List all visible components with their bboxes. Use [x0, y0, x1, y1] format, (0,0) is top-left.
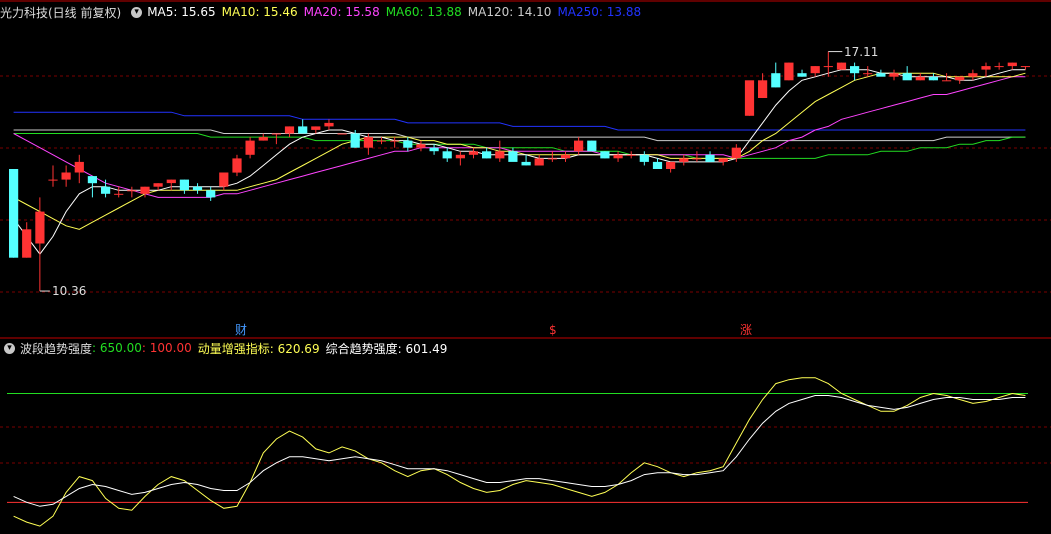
candle-body	[48, 179, 58, 181]
candle-body	[850, 66, 860, 74]
candle-body	[192, 186, 203, 191]
candle-body	[232, 158, 242, 173]
candle-body	[639, 154, 649, 162]
candle-body	[140, 186, 150, 194]
candle-body	[823, 66, 833, 68]
indicator-line	[13, 395, 1026, 507]
candle-body	[521, 161, 531, 166]
candle-body	[442, 151, 452, 159]
candle-body	[1007, 62, 1017, 67]
candle-body	[324, 122, 334, 127]
candle-body	[179, 179, 189, 191]
candle-body	[153, 183, 163, 187]
candle-body	[718, 158, 728, 162]
ma120-line	[13, 129, 1026, 142]
candle-body	[928, 76, 938, 81]
candle-body	[363, 137, 373, 148]
candle-body	[258, 137, 268, 141]
candle-body	[560, 154, 571, 159]
candle-body	[810, 66, 820, 74]
candle-body	[245, 140, 255, 155]
candle-body	[271, 133, 281, 135]
candle-body	[219, 172, 229, 187]
candle-body	[403, 140, 413, 148]
candle-body	[74, 161, 84, 173]
candle-body	[547, 158, 557, 160]
marker-dollar[interactable]: $	[549, 323, 557, 337]
candle-body	[626, 154, 636, 156]
candle-body	[114, 193, 124, 195]
candle-body	[666, 161, 676, 169]
candle-body	[9, 169, 19, 258]
candle-body	[600, 151, 610, 159]
marker-finance[interactable]: 财	[235, 323, 247, 337]
candle-body	[994, 66, 1004, 68]
candle-body	[127, 190, 137, 192]
candle-body	[468, 151, 479, 155]
candle-body	[679, 158, 689, 162]
marker-rise[interactable]: 涨	[740, 322, 752, 337]
candle-body	[902, 73, 912, 81]
candle-body	[455, 154, 465, 159]
candle-body	[22, 229, 32, 258]
candle-body	[915, 76, 925, 81]
candle-body	[613, 154, 623, 159]
candle-body	[508, 151, 518, 162]
high-price-label: 17.11	[844, 45, 878, 59]
candle-body	[968, 73, 978, 77]
candle-body	[836, 62, 847, 70]
candle-body	[376, 140, 387, 142]
candle-body	[284, 126, 295, 134]
candle-body	[942, 80, 952, 82]
candle-body	[652, 161, 663, 169]
candle-body	[1020, 66, 1030, 68]
candle-body	[298, 126, 308, 134]
candle-body	[889, 73, 899, 77]
candle-body	[416, 144, 426, 148]
ma5-line	[13, 69, 1026, 255]
candle-body	[495, 151, 505, 159]
candle-body	[863, 73, 873, 75]
candle-body	[337, 133, 347, 135]
candle-body	[981, 66, 991, 70]
candle-body	[705, 154, 715, 162]
candle-body	[784, 62, 794, 81]
candle-body	[429, 147, 439, 152]
candle-body	[744, 80, 755, 116]
candle-body	[955, 76, 965, 81]
candle-body	[771, 73, 781, 88]
candle-body	[587, 140, 597, 152]
candle-body	[35, 211, 45, 244]
candle-body	[61, 172, 71, 180]
candle-body	[692, 158, 702, 160]
candle-body	[876, 73, 886, 77]
ma250-line	[13, 111, 1026, 131]
candle-body	[482, 151, 492, 159]
candle-body	[574, 140, 584, 152]
candle-body	[311, 126, 321, 130]
low-price-label: 10.36	[52, 284, 86, 298]
candle-body	[731, 147, 741, 159]
candle-body	[534, 158, 544, 166]
candle-body	[166, 179, 176, 184]
candle-body	[87, 176, 97, 184]
indicator-line	[13, 377, 1026, 527]
kline-chart[interactable]: 17.11 10.36 财 $ 涨	[0, 0, 1051, 534]
candle-body	[797, 73, 807, 77]
candle-body	[101, 186, 111, 194]
candle-body	[758, 80, 768, 98]
candle-body	[390, 140, 400, 142]
candle-body	[350, 133, 360, 148]
candle-body	[206, 190, 216, 198]
